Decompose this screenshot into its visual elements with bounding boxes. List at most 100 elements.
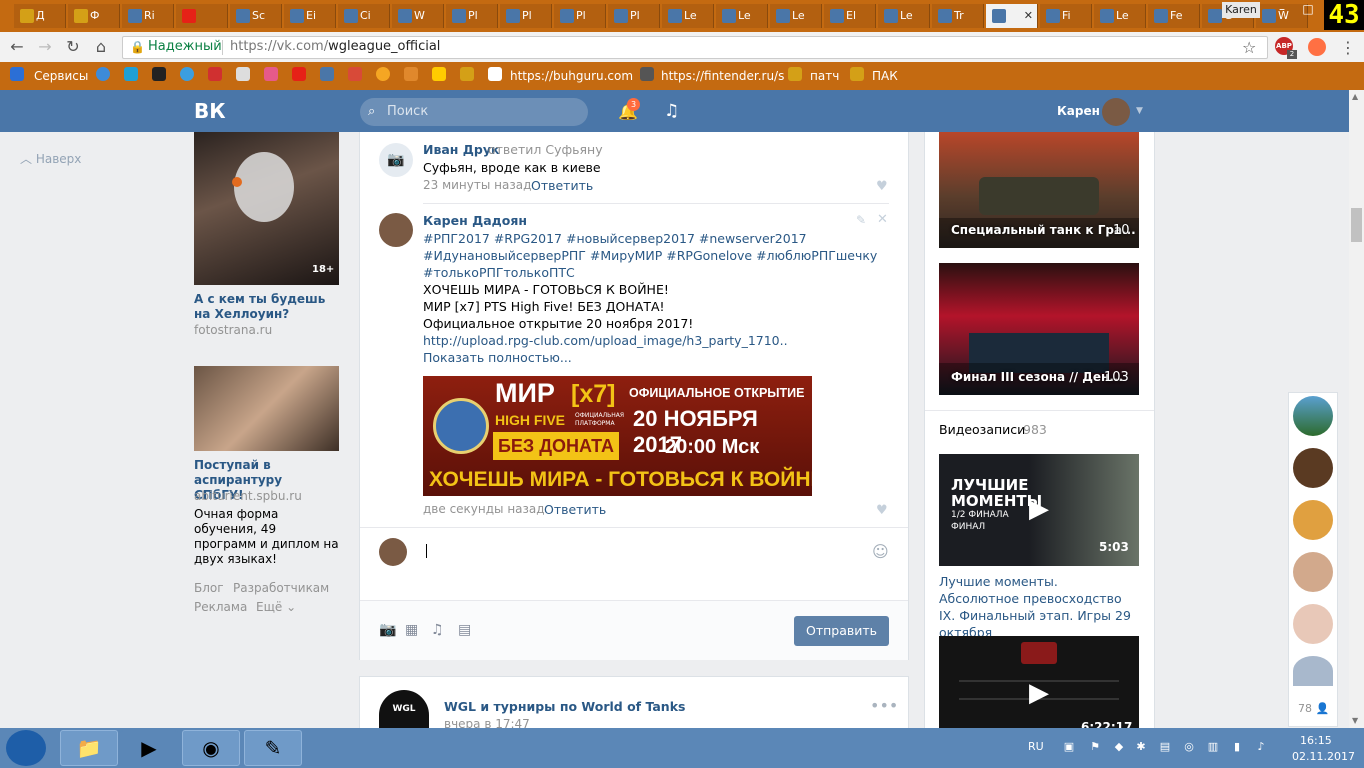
bookmark-icon[interactable] xyxy=(432,67,446,81)
browser-menu-icon[interactable]: ⋮ xyxy=(1340,38,1356,57)
bookmark-patch[interactable]: патч xyxy=(810,67,839,85)
friend-avatar[interactable] xyxy=(1293,396,1333,436)
globe-icon[interactable] xyxy=(96,67,110,81)
home-button[interactable]: ⌂ xyxy=(90,36,112,58)
bookmark-icon[interactable] xyxy=(236,67,250,81)
footer-more-link[interactable]: Ещё ⌄ xyxy=(256,600,296,614)
edit-pencil-icon[interactable]: ✎ xyxy=(856,213,866,227)
emblem-icon[interactable] xyxy=(850,67,864,81)
steam-icon[interactable]: ◎ xyxy=(1182,740,1196,754)
browser-tab[interactable]: Le xyxy=(1094,4,1146,28)
play-icon[interactable]: ▶ xyxy=(1029,678,1049,708)
chevron-down-icon[interactable]: ▼ xyxy=(1136,106,1143,116)
browser-tab[interactable]: Д xyxy=(14,4,66,28)
explorer-icon[interactable]: 📁 xyxy=(60,730,118,766)
comment-reply-to[interactable]: ответил Суфьяну xyxy=(488,142,603,157)
volume-icon[interactable]: ♪ xyxy=(1254,740,1268,754)
comment-input[interactable] xyxy=(422,540,890,570)
browser-tab[interactable]: Pl xyxy=(608,4,660,28)
camera-avatar-icon[interactable]: 📷 xyxy=(379,143,413,177)
emblem-icon[interactable] xyxy=(788,67,802,81)
search-icon[interactable] xyxy=(376,67,390,81)
hashtags[interactable]: #ИдунановыйсерверРПГ #МируМИР #RPGonelov… xyxy=(423,247,877,264)
emblem-icon[interactable] xyxy=(460,67,474,81)
browser-tab[interactable]: Pl xyxy=(446,4,498,28)
album-title[interactable]: Специальный танк к Гра... xyxy=(951,223,1136,237)
clock-time[interactable]: 16:15 xyxy=(1300,734,1332,747)
forward-button[interactable]: → xyxy=(34,36,56,58)
bookmark-services[interactable]: Сервисы xyxy=(34,67,88,85)
bookmark-icon[interactable] xyxy=(180,67,194,81)
play-icon[interactable]: ▶ xyxy=(1029,494,1049,524)
friend-avatar[interactable] xyxy=(1293,552,1333,592)
browser-tab[interactable]: Le xyxy=(878,4,930,28)
browser-tab[interactable]: Pl xyxy=(500,4,552,28)
media-player-icon[interactable]: ▶ xyxy=(120,730,178,766)
bookmark-icon[interactable] xyxy=(404,67,418,81)
comment-time[interactable]: две секунды назад xyxy=(423,502,545,516)
browser-tab[interactable]: Pl xyxy=(554,4,606,28)
chrome-icon[interactable]: ◉ xyxy=(182,730,240,766)
browser-tab[interactable]: Le xyxy=(662,4,714,28)
browser-tab[interactable] xyxy=(176,4,228,28)
comment-link[interactable]: http://upload.rpg-club.com/upload_image/… xyxy=(423,332,788,349)
reload-button[interactable]: ↻ xyxy=(62,36,84,58)
footer-blog-link[interactable]: Блог xyxy=(194,581,224,595)
video-icon[interactable]: ▦ xyxy=(405,622,418,638)
ad-title[interactable]: А с кем ты будешь на Хеллоуин? xyxy=(194,292,334,322)
bookmark-icon[interactable] xyxy=(208,67,222,81)
comment-time[interactable]: 23 минуты назад xyxy=(423,178,531,192)
friend-avatar[interactable] xyxy=(1293,500,1333,540)
emoji-icon[interactable]: ☺ xyxy=(872,542,889,561)
document-icon[interactable]: ▤ xyxy=(458,622,471,638)
start-button[interactable] xyxy=(6,730,46,766)
browser-tab[interactable]: Sc xyxy=(230,4,282,28)
hashtags[interactable]: #толькоРПГтолькоПТС xyxy=(423,264,575,281)
browser-tab[interactable]: Ci xyxy=(338,4,390,28)
clock-date[interactable]: 02.11.2017 xyxy=(1292,750,1355,763)
post-author[interactable]: WGL и турниры по World of Tanks xyxy=(444,699,685,714)
back-button[interactable]: ← xyxy=(6,36,28,58)
bookmark-icon[interactable] xyxy=(264,67,278,81)
vk-icon[interactable] xyxy=(320,67,334,81)
reply-link[interactable]: Ответить xyxy=(544,501,606,518)
browser-tab[interactable]: Fi xyxy=(1040,4,1092,28)
friends-count[interactable]: 78 👤 xyxy=(1298,702,1329,715)
album-title[interactable]: Финал III сезона // Ден... xyxy=(951,370,1123,384)
browser-tab[interactable]: Le xyxy=(770,4,822,28)
video-thumbnail[interactable]: ▶ 6:22:17 xyxy=(939,636,1139,728)
friend-avatar[interactable] xyxy=(1293,448,1333,488)
browser-tab[interactable]: Rі xyxy=(122,4,174,28)
notepad-icon[interactable]: ✎ xyxy=(244,730,302,766)
videos-section-title[interactable]: Видеозаписи xyxy=(939,422,1025,437)
bookmark-pak[interactable]: ПАК xyxy=(872,67,898,85)
browser-tab[interactable]: Fe xyxy=(1148,4,1200,28)
footer-ads-link[interactable]: Реклама xyxy=(194,600,247,614)
apps-icon[interactable] xyxy=(10,67,24,81)
video-caption[interactable]: Лучшие моменты. Абсолютное превосходство… xyxy=(939,573,1139,641)
tray-icon[interactable]: ◆ xyxy=(1112,740,1126,754)
music-icon[interactable]: ♫ xyxy=(664,101,679,121)
ad-image-university[interactable] xyxy=(194,366,339,451)
ad-source[interactable]: abiturient.spbu.ru xyxy=(194,489,302,503)
comment-image-banner[interactable]: МИР [x7] HIGH FIVE ОФИЦИАЛЬНАЯ ПЛАТФОРМА… xyxy=(423,376,812,496)
browser-tab[interactable]: W xyxy=(392,4,444,28)
bookmark-icon[interactable] xyxy=(640,67,654,81)
language-indicator[interactable]: RU xyxy=(1028,740,1044,753)
vk-logo[interactable]: ВК xyxy=(194,100,226,122)
bookmark-star-icon[interactable]: ☆ xyxy=(1242,38,1256,57)
bookmark-icon[interactable] xyxy=(152,67,166,81)
minimize-button[interactable]: – xyxy=(1270,0,1294,18)
browser-tab[interactable]: El xyxy=(824,4,876,28)
mail-icon[interactable] xyxy=(348,67,362,81)
user-name[interactable]: Карен xyxy=(1057,104,1100,118)
back-to-top-link[interactable]: ︿ Наверх xyxy=(20,150,81,167)
friend-avatar[interactable] xyxy=(1293,656,1333,686)
footer-dev-link[interactable]: Разработчикам xyxy=(233,581,329,595)
close-icon[interactable]: ✕ xyxy=(877,212,888,227)
close-tab-icon[interactable]: ✕ xyxy=(1024,4,1033,28)
tray-icon[interactable]: ▤ xyxy=(1158,740,1172,754)
show-more-link[interactable]: Показать полностью... xyxy=(423,349,572,366)
url-text[interactable]: https://vk.com/wgleague_official xyxy=(230,40,440,54)
browser-tab-active[interactable]: ✕ xyxy=(986,4,1038,28)
